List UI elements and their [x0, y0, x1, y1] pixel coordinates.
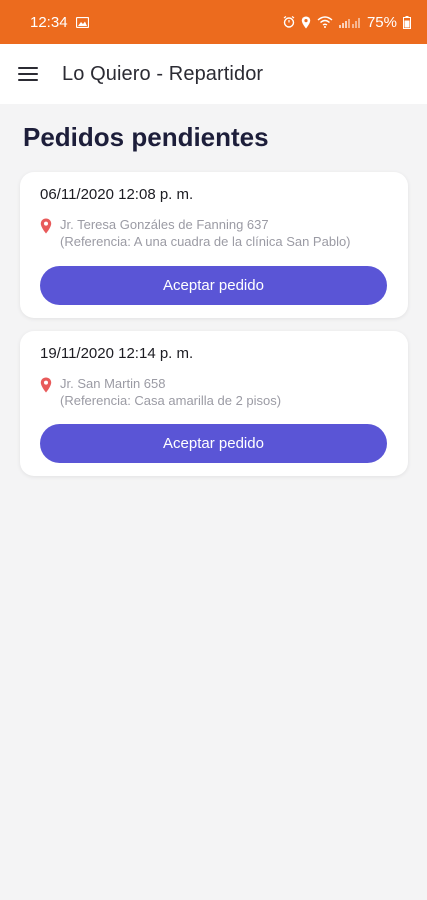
address-line: Jr. Teresa Gonzáles de Fanning 637	[60, 217, 269, 232]
address-reference: (Referencia: A una cuadra de la clínica …	[60, 234, 351, 249]
address-reference: (Referencia: Casa amarilla de 2 pisos)	[60, 393, 282, 408]
order-card: 19/11/2020 12:14 p. m. Jr. San Martin 65…	[20, 331, 408, 476]
page-title: Pedidos pendientes	[23, 122, 269, 152]
address-line: Jr. San Martin 658	[60, 376, 166, 391]
map-pin-icon	[40, 218, 52, 234]
alarm-icon	[283, 16, 295, 28]
status-right: 75%	[283, 0, 411, 44]
location-icon	[301, 16, 311, 29]
order-address: Jr. San Martin 658 (Referencia: Casa ama…	[40, 375, 281, 409]
signal-icon	[338, 16, 361, 28]
battery-icon	[403, 15, 411, 29]
hamburger-menu-icon[interactable]	[18, 64, 42, 84]
app-title: Lo Quiero - Repartidor	[62, 62, 264, 85]
accept-order-button[interactable]: Aceptar pedido	[40, 266, 387, 305]
map-pin-icon	[40, 377, 52, 393]
order-date: 06/11/2020 12:08 p. m.	[40, 186, 194, 203]
order-date: 19/11/2020 12:14 p. m.	[40, 345, 194, 362]
address-text: Jr. Teresa Gonzáles de Fanning 637 (Refe…	[60, 216, 351, 250]
wifi-icon	[317, 16, 333, 28]
accept-order-button[interactable]: Aceptar pedido	[40, 424, 387, 463]
address-text: Jr. San Martin 658 (Referencia: Casa ama…	[60, 375, 281, 409]
app-bar: Lo Quiero - Repartidor	[0, 44, 427, 104]
status-time: 12:34	[30, 13, 68, 31]
order-address: Jr. Teresa Gonzáles de Fanning 637 (Refe…	[40, 216, 351, 250]
battery-percent: 75%	[366, 13, 397, 31]
order-card: 06/11/2020 12:08 p. m. Jr. Teresa Gonzál…	[20, 172, 408, 318]
gallery-notification-icon	[75, 16, 89, 28]
status-left: 12:34	[30, 0, 89, 44]
status-bar: 12:34 75%	[0, 0, 427, 44]
